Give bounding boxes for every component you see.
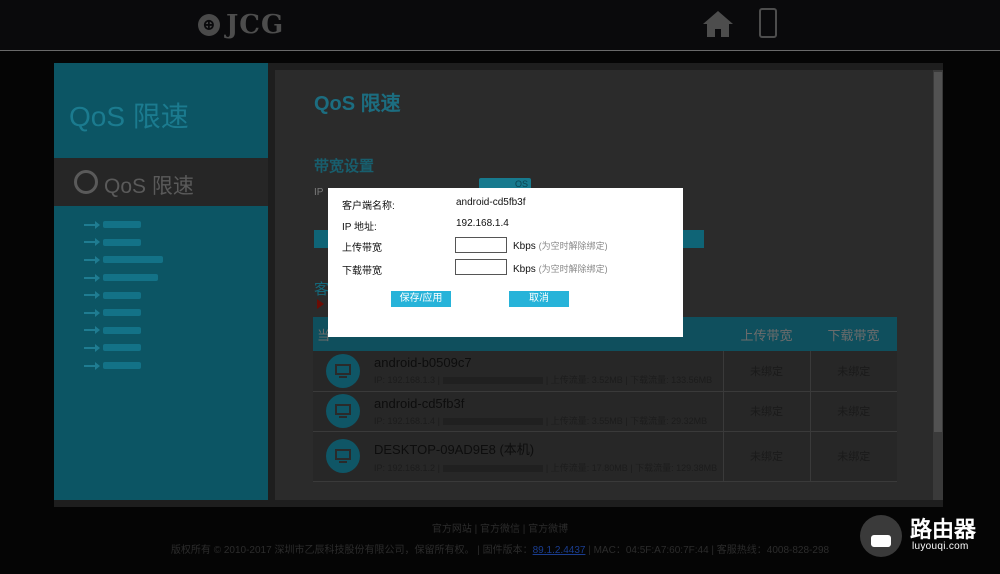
device-name: android-b0509c7 [374,355,472,371]
sidebar-menu-item[interactable] [84,304,163,322]
arrow-right-icon [84,220,100,229]
device-meta: IP: 192.168.1.3 | | 上传流量: 3.52MB | 下载流量: … [374,375,713,386]
client-section-title: 客 [314,281,330,298]
arrow-right-icon [84,255,100,264]
table-row[interactable]: android-b0509c7 IP: 192.168.1.3 | | 上传流量:… [313,351,897,392]
page-title: QoS 限速 [314,93,401,115]
table-row[interactable]: DESKTOP-09AD9E8 (本机) IP: 192.168.1.2 | | … [313,431,897,482]
brand-name: JCG [226,10,285,40]
upload-limit[interactable]: 未绑定 [722,351,810,392]
sidebar-menu-item[interactable] [84,286,163,304]
sidebar-title: QoS 限速 [69,101,189,132]
download-bandwidth-input[interactable] [455,259,507,275]
monitor-icon [326,394,360,428]
mobile-icon[interactable] [759,8,777,38]
expand-arrow-icon[interactable] [317,299,324,309]
download-limit[interactable]: 未绑定 [809,391,897,432]
sidebar-menu-item[interactable] [84,216,163,234]
sidebar-item-label: QoS 限速 [104,175,194,198]
home-icon[interactable] [702,10,734,38]
speed-limit-icon [74,170,98,194]
table-row[interactable]: android-cd5fb3f IP: 192.168.1.4 | | 上传流量:… [313,391,897,432]
sidebar-menu-item[interactable] [84,269,163,287]
column-header-upload: 上传带宽 [723,317,810,351]
ip-address-value: 192.168.1.4 [456,218,509,229]
sidebar-menu-item[interactable] [84,251,163,269]
download-limit[interactable]: 未绑定 [809,431,897,482]
upload-unit: Kbps (为空时解除绑定) [513,241,608,252]
sidebar-item-qos[interactable]: QoS 限速 [54,158,268,206]
upload-bandwidth-input[interactable] [455,237,507,253]
arrow-right-icon [84,326,100,335]
arrow-right-icon [84,361,100,370]
device-name: DESKTOP-09AD9E8 (本机) [374,441,535,457]
client-table: 当 上传带宽 下载带宽 android-b0509c7 IP: 192.168.… [313,317,897,482]
scrollbar[interactable] [933,70,943,500]
download-limit[interactable]: 未绑定 [809,351,897,392]
arrow-right-icon [84,238,100,247]
scrollbar-thumb[interactable] [934,72,942,432]
watermark: 路由器 luyouqi.com [860,510,990,560]
device-meta: IP: 192.168.1.4 | | 上传流量: 3.55MB | 下载流量: … [374,415,708,426]
watermark-en: luyouqi.com [912,541,969,552]
cancel-button[interactable]: 取消 [509,291,569,307]
sidebar-menu [84,216,163,374]
section-bandwidth-title: 带宽设置 [314,158,375,175]
download-bandwidth-label: 下载带宽 [342,266,382,277]
arrow-right-icon [84,291,100,300]
arrow-right-icon [84,343,100,352]
watermark-cn: 路由器 [910,518,977,543]
sidebar-menu-item[interactable] [84,234,163,252]
firmware-link[interactable]: 89.1.2.4437 [533,545,586,556]
client-name-label: 客户端名称: [342,201,395,212]
brand-logo[interactable]: ⊕ JCG [198,10,284,40]
column-header-download: 下载带宽 [810,317,897,351]
monitor-icon [326,353,360,388]
save-apply-button[interactable]: 保存/应用 [391,291,451,307]
footer-links[interactable]: 官方网站 | 官方微信 | 官方微博 [0,520,1000,535]
logo-mark: ⊕ [198,14,220,36]
client-name-value: android-cd5fb3f [456,197,526,208]
device-name: android-cd5fb3f [374,395,465,411]
download-unit: Kbps (为空时解除绑定) [513,264,608,275]
device-meta: IP: 192.168.1.2 | | 上传流量: 17.80MB | 下载流量:… [374,462,718,473]
arrow-right-icon [84,308,100,317]
sidebar-menu-item[interactable] [84,339,163,357]
sidebar: QoS 限速 QoS 限速 [54,63,268,500]
ip-label: IP [314,187,324,198]
upload-limit[interactable]: 未绑定 [722,431,810,482]
upload-bandwidth-label: 上传带宽 [342,243,382,254]
monitor-icon [326,439,360,473]
router-icon [860,515,902,557]
upload-limit[interactable]: 未绑定 [722,391,810,432]
sidebar-menu-item[interactable] [84,322,163,340]
footer: 官方网站 | 官方微信 | 官方微博 版权所有 © 2010-2017 深圳市乙… [0,520,1000,556]
top-bar: ⊕ JCG [0,0,1000,51]
arrow-right-icon [84,273,100,282]
footer-info: 版权所有 © 2010-2017 深圳市乙辰科技股份有限公司，保留所有权。 | … [170,545,830,556]
bandwidth-dialog: 客户端名称: android-cd5fb3f IP 地址: 192.168.1.… [328,188,683,337]
ip-address-label: IP 地址: [342,222,377,233]
sidebar-menu-item[interactable] [84,357,163,375]
